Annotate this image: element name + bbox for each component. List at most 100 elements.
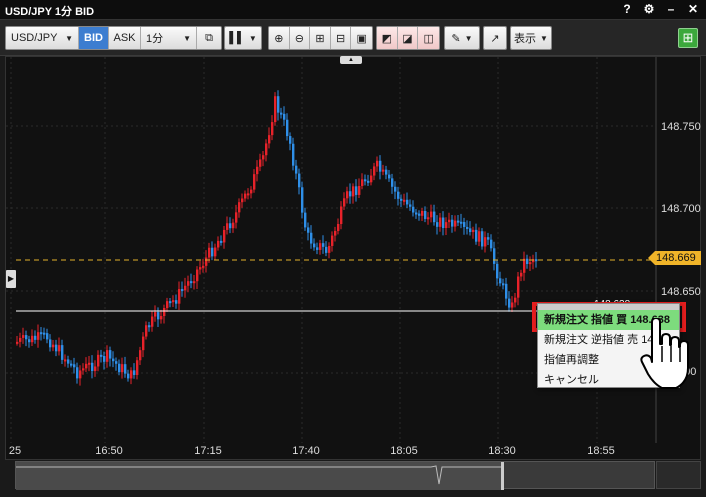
candle (127, 373, 130, 379)
candle (247, 193, 250, 196)
price-chart[interactable]: 148.638 148.750 148.700 148.650 600 (5, 56, 701, 460)
candle (292, 143, 295, 166)
candle (265, 143, 268, 156)
candle (373, 166, 376, 176)
candle (40, 332, 43, 335)
candle (49, 339, 52, 348)
candle (502, 283, 505, 286)
y-tick-label: 148.700 (661, 203, 701, 215)
candle (142, 336, 145, 351)
candle (361, 179, 364, 186)
candle (289, 136, 292, 144)
timeframe-select[interactable]: 1分 ▼ (141, 27, 197, 49)
toolbar: USD/JPY ▼ BID ASK 1分 ▼ ⧉ ▌▌ ▼ ⊕ ⊖ ⊞ ⊟ ▣ ◩ ◪… (0, 20, 706, 56)
candle (469, 228, 472, 233)
order-tool-button-2[interactable]: ◪ (397, 27, 419, 49)
candle (70, 363, 73, 366)
order-tool-button-1[interactable]: ◩ (377, 27, 398, 49)
layout-button-2[interactable]: ⊟ (330, 27, 352, 49)
candle (325, 246, 328, 253)
candle (346, 191, 349, 199)
candle (499, 278, 502, 284)
display-menu-button[interactable]: 表示 ▼ (511, 27, 551, 49)
candle (178, 289, 181, 304)
candle (520, 272, 523, 277)
candle (355, 186, 358, 195)
candle (145, 325, 148, 337)
candle (109, 350, 112, 359)
gear-icon[interactable]: ⚙ (642, 2, 656, 16)
candle (304, 212, 307, 228)
layout-button-3[interactable]: ▣ (351, 27, 372, 49)
candle (535, 259, 538, 262)
candle (466, 226, 469, 229)
chart-navigator[interactable] (15, 461, 655, 490)
menu-item-label: 新規注文 逆指値 売 (544, 334, 639, 346)
candle (154, 312, 157, 317)
chevron-down-icon: ▼ (540, 33, 548, 43)
chevron-down-icon: ▼ (183, 33, 191, 43)
navigator-right-pad (656, 461, 701, 489)
candle (211, 247, 214, 257)
candle (436, 222, 439, 227)
zoom-in-button[interactable]: ⊕ (269, 27, 290, 49)
indicator-button[interactable]: ↗ (484, 27, 506, 49)
candle (433, 211, 436, 223)
candle (139, 350, 142, 361)
candle (217, 240, 220, 248)
candle (229, 223, 232, 229)
link-icon: ⧉ (205, 31, 213, 44)
candle (250, 189, 253, 194)
link-button[interactable]: ⧉ (197, 27, 221, 49)
draw-group: ✎ ▼ (444, 26, 480, 50)
candle (19, 337, 22, 342)
candle (94, 366, 97, 372)
navigator-handle[interactable] (501, 462, 504, 490)
x-tick-label: 17:15 (194, 445, 222, 457)
minimize-icon[interactable]: – (664, 2, 678, 16)
candle (478, 231, 481, 242)
help-icon[interactable]: ? (620, 2, 634, 16)
close-icon[interactable]: ✕ (686, 2, 700, 16)
timeframe-value: 1分 (146, 33, 164, 45)
candle (454, 220, 457, 227)
candle (196, 269, 199, 282)
candle (91, 362, 94, 372)
candle (28, 339, 31, 343)
draw-tool-select[interactable]: ✎ ▼ (445, 27, 479, 49)
navigator-window[interactable] (16, 462, 501, 490)
collapse-toolbar-tab[interactable]: ▲ (340, 56, 362, 64)
candlestick-icon: ▌▌ (229, 32, 245, 44)
candle (394, 186, 397, 192)
zoom-out-button[interactable]: ⊖ (289, 27, 311, 49)
candle (421, 210, 424, 216)
candle (55, 344, 58, 352)
menu-item-label: 新規注文 指値 買 (544, 314, 628, 326)
x-tick-label: 16:50 (95, 445, 123, 457)
layout-button-1[interactable]: ⊞ (310, 27, 331, 49)
candle (169, 301, 172, 304)
candle (310, 232, 313, 244)
candle (37, 332, 40, 340)
left-scroll-arrow[interactable]: ▶ (6, 270, 16, 288)
symbol-select[interactable]: USD/JPY ▼ (6, 27, 79, 49)
candle (115, 361, 118, 364)
candle (25, 335, 28, 340)
candle (301, 187, 304, 213)
candle (484, 237, 487, 247)
candle (472, 229, 475, 233)
order-tool-button-3[interactable]: ◫ (418, 27, 439, 49)
candle (487, 237, 490, 240)
minus-icon: ⊖ (294, 32, 305, 45)
candle (79, 370, 82, 379)
candle (406, 199, 409, 205)
expand-button[interactable]: ⊞ (678, 28, 698, 48)
candle (262, 155, 265, 160)
bid-button[interactable]: BID (79, 27, 109, 49)
expand-icon: ⊞ (682, 30, 694, 45)
candle (367, 180, 370, 183)
chart-type-select[interactable]: ▌▌ ▼ (225, 27, 261, 49)
ask-button[interactable]: ASK (109, 27, 141, 49)
candle (175, 300, 178, 304)
grid-icon: ⊞ (315, 32, 325, 45)
